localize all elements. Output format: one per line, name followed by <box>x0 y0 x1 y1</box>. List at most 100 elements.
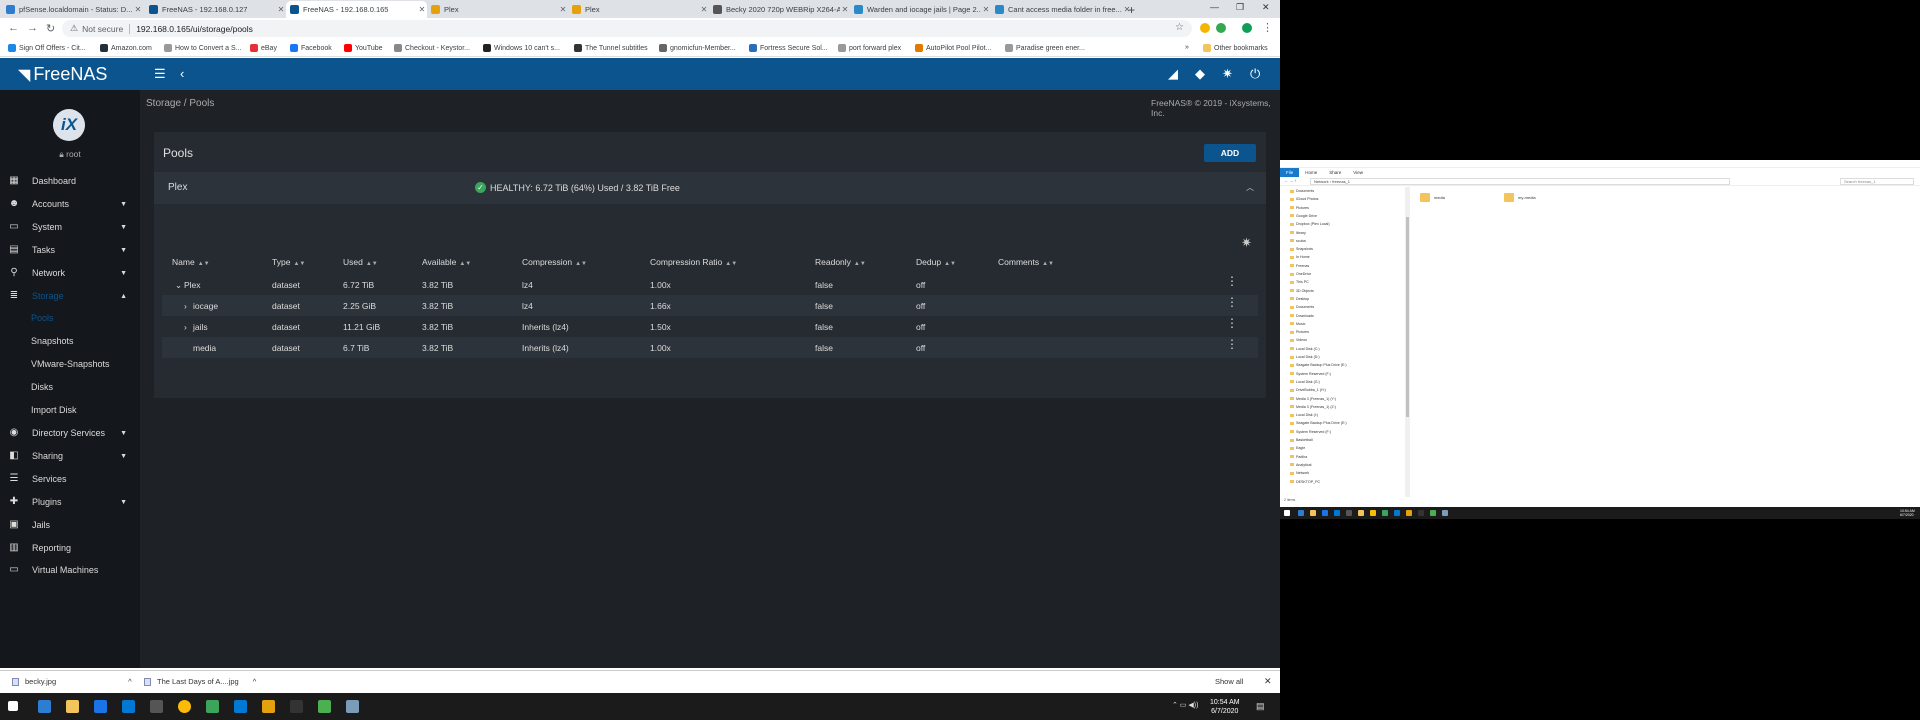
tree-item[interactable]: This PC <box>1290 280 1309 284</box>
sidebar-item-dashboard[interactable]: ▦ Dashboard <box>0 171 140 191</box>
tab-close-icon[interactable]: ✕ <box>840 5 850 14</box>
scrollbar-thumb[interactable] <box>1406 217 1409 417</box>
back-button[interactable]: ← <box>8 22 19 34</box>
table-row[interactable]: › iocage dataset 2.25 GiB 3.82 TiB lz4 1… <box>162 295 1258 316</box>
pool-header[interactable]: Plex ✓ HEALTHY: 6.72 TiB (64%) Used / 3.8… <box>154 172 1266 204</box>
tree-item[interactable]: System Reserved (F:) <box>1290 372 1331 376</box>
file-explorer-icon[interactable] <box>1310 510 1316 516</box>
remote-desktop-icon[interactable] <box>1442 510 1448 516</box>
tree-item[interactable]: scuba <box>1290 239 1306 243</box>
tab-close-icon[interactable]: ✕ <box>133 5 143 14</box>
app-icon[interactable] <box>290 700 303 713</box>
breadcrumb[interactable]: Storage / Pools <box>146 98 214 109</box>
theme-bucket-icon[interactable]: ◢ <box>1168 66 1178 82</box>
column-header-compression[interactable]: Compression ▲▼ <box>522 257 587 267</box>
app-icon[interactable] <box>1334 510 1340 516</box>
bookmark[interactable]: port forward plex <box>838 44 901 52</box>
bookmark[interactable]: Checkout - Keystor... <box>394 44 470 52</box>
tree-item[interactable]: Network <box>1290 471 1309 475</box>
tab-close-icon[interactable]: ✕ <box>981 5 991 14</box>
download-item[interactable]: The Last Days of A....jpg ^ <box>144 677 256 686</box>
row-actions-kebab-icon[interactable]: ⋮ <box>1226 338 1238 350</box>
tree-item[interactable]: OneDrive <box>1290 272 1311 276</box>
tree-item[interactable]: Basketball <box>1290 438 1313 442</box>
tree-item[interactable]: Documents <box>1290 189 1314 193</box>
clock[interactable]: 10:54 AM 6/7/2020 <box>1210 698 1240 716</box>
row-actions-kebab-icon[interactable]: ⋮ <box>1226 296 1238 308</box>
explorer-search-input[interactable]: Search freenas_1 <box>1840 178 1914 185</box>
bookmark[interactable]: AutoPilot Pool Pilot... <box>915 44 991 52</box>
tree-item[interactable]: Pictures <box>1290 206 1309 210</box>
tree-item[interactable]: Seagate Backup Plus Drive (E:) <box>1290 363 1347 367</box>
tab-warden[interactable]: Warden and iocage jails | Page 2... ✕ <box>850 1 991 18</box>
sidebar-item-import-disk[interactable]: Import Disk <box>0 400 140 420</box>
tab-freenas-165[interactable]: FreeNAS - 192.168.0.165 ✕ <box>286 1 427 18</box>
tree-item[interactable]: Documents <box>1290 305 1314 309</box>
sidebar-item-tasks[interactable]: ▤ Tasks ▼ <box>0 240 140 260</box>
download-item[interactable]: becky.jpg ^ <box>12 677 132 686</box>
tree-item[interactable]: Freenas <box>1290 264 1309 268</box>
reload-button[interactable]: ↻ <box>46 22 55 35</box>
column-header-compression-ratio[interactable]: Compression Ratio ▲▼ <box>650 257 737 267</box>
sidebar-item-reporting[interactable]: ▥ Reporting <box>0 538 140 558</box>
bookmark[interactable]: How to Convert a S... <box>164 44 242 52</box>
url-text[interactable]: 192.168.0.165/ui/storage/pools <box>136 24 253 34</box>
menu-kebab-icon[interactable]: ⋮ <box>1262 21 1273 34</box>
bookmark[interactable]: Facebook <box>290 44 332 52</box>
row-expander[interactable]: ⌄ <box>175 280 182 291</box>
tree-item[interactable]: Pictures <box>1290 330 1309 334</box>
column-header-dedup[interactable]: Dedup ▲▼ <box>916 257 956 267</box>
sidebar-item-accounts[interactable]: ☻ Accounts ▼ <box>0 194 140 214</box>
row-actions-kebab-icon[interactable]: ⋮ <box>1226 317 1238 329</box>
sidebar-item-network[interactable]: ⚲ Network ▼ <box>0 263 140 283</box>
sidebar-item-plugins[interactable]: ✚ Plugins ▼ <box>0 492 140 512</box>
sidebar-item-virtual-machines[interactable]: ▭ Virtual Machines <box>0 560 140 580</box>
remote-desktop-icon[interactable] <box>346 700 359 713</box>
back-forward-icon[interactable]: ← → ↑ <box>1284 178 1296 183</box>
chevron-up-icon[interactable]: ^ <box>128 677 132 686</box>
settings-gear-icon[interactable]: ✷ <box>1222 66 1233 82</box>
notifications-bell-icon[interactable]: ◆ <box>1195 66 1205 82</box>
ribbon-tab-home[interactable]: Home <box>1299 168 1323 177</box>
app-icon[interactable] <box>1418 510 1424 516</box>
tree-item[interactable]: Local Disk (D:) <box>1290 355 1320 359</box>
column-header-type[interactable]: Type ▲▼ <box>272 257 305 267</box>
extension-key-icon[interactable] <box>1200 23 1210 33</box>
tree-item[interactable]: Media 3 (Freenas_1) (Y:) <box>1290 397 1336 401</box>
folder-icon[interactable] <box>1358 510 1364 516</box>
table-row[interactable]: › jails dataset 11.21 GiB 3.82 TiB Inher… <box>162 316 1258 337</box>
mail-icon[interactable] <box>1394 510 1400 516</box>
freenas-logo[interactable]: ◥ FreeNAS <box>18 64 107 85</box>
tree-item[interactable]: Analytical <box>1290 463 1311 467</box>
tree-item[interactable]: Eagle <box>1290 446 1305 450</box>
bookmark[interactable]: gnomicfun-Member... <box>659 44 736 52</box>
bookmark-star-icon[interactable]: ☆ <box>1175 22 1184 33</box>
other-bookmarks-folder[interactable]: Other bookmarks <box>1203 44 1268 52</box>
tree-item[interactable]: Music <box>1290 322 1305 326</box>
column-header-used[interactable]: Used ▲▼ <box>343 257 378 267</box>
bookmark[interactable]: Fortress Secure Sol... <box>749 44 828 52</box>
table-row[interactable]: media dataset 6.7 TiB 3.82 TiB Inherits … <box>162 337 1258 358</box>
ribbon-tab-share[interactable]: Share <box>1323 168 1347 177</box>
tree-item[interactable]: Google Drive <box>1290 214 1317 218</box>
notifications-icon[interactable]: ▤ <box>1256 701 1265 712</box>
column-header-name[interactable]: Name ▲▼ <box>172 257 210 267</box>
chrome-icon[interactable] <box>1370 510 1376 516</box>
show-all-button[interactable]: Show all <box>1215 677 1243 686</box>
tab-freenas-127[interactable]: FreeNAS - 192.168.0.127 ✕ <box>145 1 286 18</box>
close-window-button[interactable]: ✕ <box>1262 2 1270 13</box>
new-tab-button[interactable]: + <box>1128 3 1135 17</box>
tab-pfsense[interactable]: pfSense.localdomain - Status: D... ✕ <box>2 1 143 18</box>
tree-item[interactable]: DriveBubba_1 (H:) <box>1290 388 1326 392</box>
utorrent-icon[interactable] <box>318 700 331 713</box>
app-icon[interactable] <box>1346 510 1352 516</box>
app-icon[interactable] <box>1382 510 1388 516</box>
column-header-available[interactable]: Available ▲▼ <box>422 257 471 267</box>
bookmark[interactable]: eBay <box>250 44 277 52</box>
close-downloads-icon[interactable]: ✕ <box>1264 676 1272 687</box>
collapse-sidebar-icon[interactable]: ‹ <box>180 66 184 81</box>
tab-close-icon[interactable]: ✕ <box>558 5 568 14</box>
sidebar-item-storage[interactable]: ≣ Storage ▲ <box>0 286 140 306</box>
explorer-scrollbar[interactable] <box>1405 187 1410 497</box>
chevron-up-icon[interactable]: ^ <box>253 677 257 686</box>
